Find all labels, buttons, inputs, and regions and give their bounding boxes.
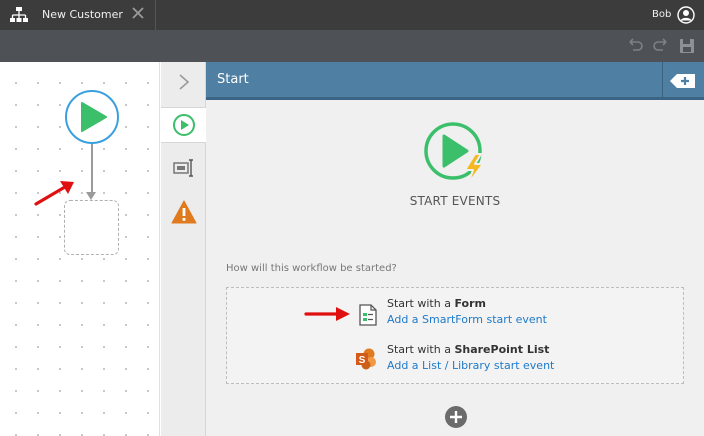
- start-tab-icon: [173, 114, 195, 136]
- title-bar: New Customer Bob: [0, 0, 704, 30]
- tab-warnings[interactable]: [161, 194, 206, 230]
- form-text-icon: [172, 159, 193, 177]
- close-tab-icon[interactable]: [131, 6, 145, 20]
- form-option[interactable]: Start with a Form Add a SmartForm start …: [387, 297, 547, 326]
- header-divider: [662, 62, 663, 100]
- play-icon: [81, 102, 107, 132]
- panel-title: Start: [217, 72, 249, 87]
- svg-text:S: S: [359, 355, 366, 366]
- start-events-heading: START EVENTS: [409, 194, 501, 208]
- properties-panel: Start START EVENTS How will this workflo…: [206, 62, 704, 436]
- document-tab-title[interactable]: New Customer: [42, 8, 123, 21]
- tab-divider: [155, 0, 156, 30]
- workflow-app-icon: [10, 7, 28, 22]
- sharepoint-icon: S: [356, 348, 376, 370]
- connector-arrowhead: [86, 192, 96, 200]
- panel-header: Start: [206, 62, 704, 100]
- start-event-icon: [424, 122, 484, 185]
- user-avatar-icon[interactable]: [677, 6, 695, 24]
- smartform-icon: [359, 304, 377, 326]
- toolbar: [0, 30, 704, 62]
- add-circle-icon[interactable]: [444, 405, 468, 429]
- add-list-library-start-event-link[interactable]: Add a List / Library start event: [387, 359, 554, 372]
- sharepoint-option[interactable]: Start with a SharePoint List Add a List …: [387, 343, 554, 372]
- redo-icon[interactable]: [652, 38, 668, 54]
- annotation-arrow-icon: [34, 181, 74, 206]
- collapse-panel-button[interactable]: [161, 64, 206, 100]
- tab-properties[interactable]: [161, 150, 206, 186]
- start-question-label: How will this workflow be started?: [226, 263, 397, 274]
- side-tab-strip: [161, 62, 207, 436]
- save-icon[interactable]: [679, 38, 695, 54]
- connector-line: [91, 144, 93, 194]
- form-option-title: Start with a Form: [387, 297, 486, 310]
- warning-icon: [171, 200, 196, 224]
- tab-start[interactable]: [161, 107, 207, 143]
- undo-icon[interactable]: [628, 38, 644, 54]
- annotation-arrow-icon: [304, 307, 350, 321]
- workflow-canvas[interactable]: [0, 62, 160, 436]
- user-name[interactable]: Bob: [652, 9, 671, 20]
- add-event-icon[interactable]: [669, 72, 697, 90]
- chevron-right-icon: [178, 74, 189, 90]
- sharepoint-option-title: Start with a SharePoint List: [387, 343, 550, 356]
- add-smartform-start-event-link[interactable]: Add a SmartForm start event: [387, 313, 547, 326]
- start-node[interactable]: [65, 90, 119, 144]
- start-options-box: Start with a Form Add a SmartForm start …: [226, 287, 684, 384]
